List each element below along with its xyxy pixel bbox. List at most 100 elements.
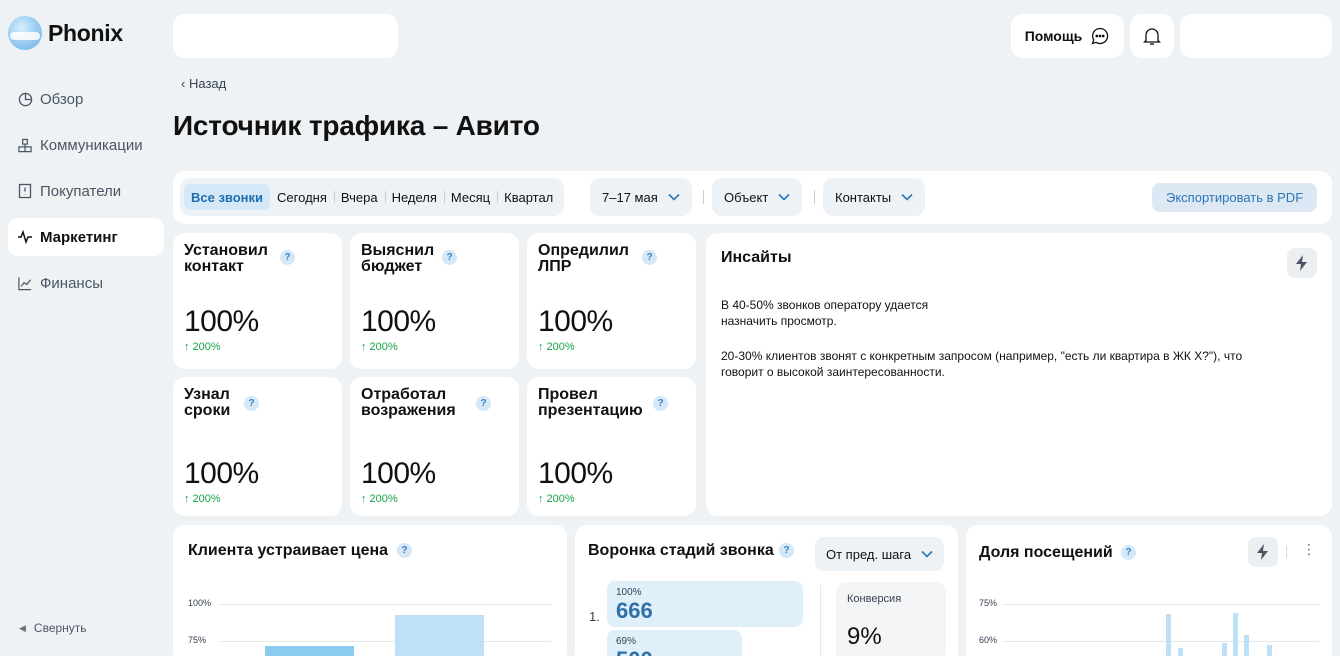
conversion-value: 9% — [847, 623, 882, 650]
metric-title: Провел презентацию — [538, 387, 658, 419]
sidebar-item-communications[interactable]: Коммуникации — [8, 126, 164, 164]
metric-title-line: презентацию — [538, 402, 643, 419]
chart-bar — [1267, 645, 1272, 656]
metric-value: 100% — [538, 305, 613, 338]
metric-value: 100% — [538, 457, 613, 490]
funnel-value: 500 — [616, 647, 653, 656]
help-label: Помощь — [1024, 28, 1083, 44]
chat-icon — [1091, 27, 1109, 45]
insight-line: 20-30% клиентов звонят с конкретным запр… — [721, 349, 1243, 363]
help-icon[interactable]: ? — [244, 396, 259, 411]
chart-bar — [265, 646, 354, 656]
metric-delta: ↑ 200% — [361, 493, 398, 505]
collapse-button[interactable]: ◀ Свернуть — [19, 621, 87, 635]
metric-title-line: возражения — [361, 402, 456, 419]
user-profile[interactable] — [1180, 14, 1332, 58]
insight-paragraph: В 40-50% звонков оператору удается назна… — [721, 297, 928, 329]
gridline — [1003, 641, 1319, 642]
export-pdf-button[interactable]: Экспортировать в PDF — [1152, 183, 1318, 212]
metric-title-line: контакт — [184, 258, 244, 275]
logo[interactable]: Phonix — [8, 16, 123, 50]
visits-card-title: Доля посещений — [979, 544, 1113, 561]
metric-title-line: Отработал — [361, 386, 447, 403]
metric-title: Установил контакт — [184, 243, 294, 275]
y-tick-label: 75% — [188, 635, 207, 645]
help-icon[interactable]: ? — [442, 250, 457, 265]
metric-value: 100% — [361, 457, 436, 490]
date-range-label: 7–17 мая — [602, 189, 658, 205]
more-options-icon[interactable]: ⋮ — [1302, 541, 1316, 558]
divider — [820, 585, 821, 656]
back-link[interactable]: ‹ Назад — [181, 76, 226, 91]
period-week[interactable]: Неделя — [384, 184, 444, 210]
sidebar-item-label: Коммуникации — [40, 136, 143, 154]
help-icon[interactable]: ? — [476, 396, 491, 411]
help-icon[interactable]: ? — [280, 250, 295, 265]
chart-bar — [395, 615, 484, 656]
metric-delta: ↑ 200% — [538, 493, 575, 505]
sidebar-item-label: Финансы — [40, 274, 103, 292]
metric-title: Опредилил ЛПР — [538, 243, 648, 275]
help-icon[interactable]: ? — [1121, 545, 1136, 560]
sidebar: Phonix Обзор Коммуникации Покупатели Мар… — [0, 0, 172, 656]
funnel-percent: 69% — [616, 636, 637, 647]
insight-line: говорит о высокой заинтересованности. — [721, 365, 945, 379]
funnel-mode-label: От пред. шага — [826, 546, 912, 562]
y-tick-label: 100% — [188, 598, 212, 608]
help-button[interactable]: Помощь — [1011, 14, 1124, 58]
period-all-calls[interactable]: Все звонки — [184, 184, 271, 210]
funnel-value: 666 — [616, 598, 653, 623]
metric-delta: ↑ 200% — [184, 493, 221, 505]
lightning-icon — [1296, 255, 1307, 271]
period-quarter[interactable]: Квартал — [497, 184, 560, 210]
price-card: Клиента устраивает цена ? 100% 75% — [173, 525, 567, 656]
search-box[interactable] — [173, 14, 398, 58]
funnel-mode-dropdown[interactable]: От пред. шага — [815, 537, 944, 571]
filter-bar: Все звонки Сегодня Вчера Неделя Месяц Кв… — [173, 171, 1332, 224]
metric-card: Узнал сроки ? 100% ↑ 200% — [173, 377, 342, 516]
insights-title: Инсайты — [721, 249, 792, 266]
help-icon[interactable]: ? — [653, 396, 668, 411]
chart-bar — [1178, 648, 1183, 656]
clipboard-icon — [17, 183, 33, 199]
period-month[interactable]: Месяц — [443, 184, 497, 210]
help-icon[interactable]: ? — [642, 250, 657, 265]
chart-bar — [1166, 614, 1171, 656]
metric-value: 100% — [184, 305, 259, 338]
sidebar-item-finance[interactable]: Финансы — [8, 264, 164, 302]
notifications-button[interactable] — [1130, 14, 1174, 58]
y-tick-label: 60% — [979, 635, 998, 645]
activity-icon — [17, 229, 33, 245]
conversion-box: Конверсия 9% — [836, 582, 946, 656]
conversion-label: Конверсия — [847, 593, 902, 605]
metric-value: 100% — [184, 457, 259, 490]
metric-title: Отработал возражения — [361, 387, 481, 419]
period-yesterday[interactable]: Вчера — [333, 184, 385, 210]
bell-icon — [1143, 28, 1161, 45]
metric-card: Установил контакт ? 100% ↑ 200% — [173, 233, 342, 369]
sidebar-item-overview[interactable]: Обзор — [8, 80, 164, 118]
contacts-dropdown[interactable]: Контакты — [823, 178, 926, 216]
divider — [814, 190, 815, 204]
insight-paragraph: 20-30% клиентов звонят с конкретным запр… — [721, 348, 1242, 380]
ai-insights-button[interactable] — [1287, 248, 1317, 278]
sidebar-item-buyers[interactable]: Покупатели — [8, 172, 164, 210]
sidebar-item-marketing[interactable]: Маркетинг — [8, 218, 164, 256]
ai-insights-button[interactable] — [1248, 537, 1278, 567]
chevron-down-icon — [778, 193, 790, 201]
app-name: Phonix — [48, 19, 123, 46]
metric-card: Отработал возражения ? 100% ↑ 200% — [350, 377, 519, 516]
insight-line: В 40-50% звонков оператору удается — [721, 298, 929, 312]
period-today[interactable]: Сегодня — [270, 184, 334, 210]
help-icon[interactable]: ? — [779, 543, 794, 558]
object-dropdown[interactable]: Объект — [712, 178, 803, 216]
funnel-card-title: Воронка стадий звонка — [588, 542, 774, 559]
sidebar-item-label: Обзор — [40, 90, 84, 108]
back-label: Назад — [188, 76, 227, 91]
metric-title-line: сроки — [184, 402, 231, 419]
help-icon[interactable]: ? — [397, 543, 412, 558]
metric-card: Выяснил бюджет ? 100% ↑ 200% — [350, 233, 519, 369]
date-range-dropdown[interactable]: 7–17 мая — [590, 178, 692, 216]
metric-delta: ↑ 200% — [184, 341, 221, 353]
metric-title-line: Узнал — [184, 386, 230, 403]
